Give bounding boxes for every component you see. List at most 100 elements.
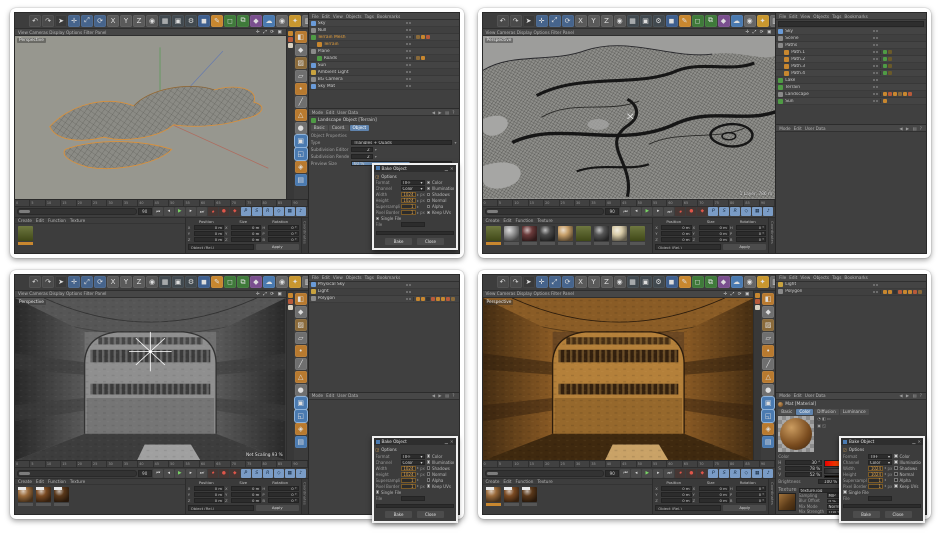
key-parameter-toggle[interactable]: ◇ bbox=[741, 207, 751, 216]
select-tool-icon[interactable]: ➤ bbox=[523, 276, 535, 288]
viewport-solo-icon[interactable]: ▣ bbox=[295, 397, 307, 409]
viewport-wireframe-closeup[interactable]: Perspective 1 Layer, 786 m bbox=[483, 36, 776, 199]
material-swatch[interactable] bbox=[558, 226, 573, 241]
timeline-slider[interactable] bbox=[485, 208, 605, 215]
hsv-slider-row[interactable]: S78 % bbox=[778, 466, 822, 472]
attribute-menu-item[interactable]: Edit bbox=[794, 393, 802, 398]
texture-thumbnail[interactable] bbox=[778, 493, 796, 511]
material-swatch[interactable] bbox=[486, 487, 501, 502]
material-swatch[interactable] bbox=[486, 226, 501, 241]
dialog-value-field[interactable]: 1 bbox=[868, 478, 883, 483]
dialog-dropdown[interactable]: TIFF▾ bbox=[868, 454, 892, 459]
coord-field[interactable]: 0 ° bbox=[736, 231, 766, 236]
workplane-icon[interactable]: ▱ bbox=[295, 70, 307, 82]
move-tool-icon[interactable]: ✛ bbox=[536, 276, 548, 288]
material-menu-item[interactable]: Function bbox=[48, 218, 66, 223]
material-swatch[interactable] bbox=[504, 226, 519, 241]
tag-icon[interactable] bbox=[436, 297, 440, 301]
sound-toggle[interactable]: ♪ bbox=[763, 207, 773, 216]
object-row[interactable]: Null bbox=[309, 27, 459, 34]
coord-field[interactable]: 0 m bbox=[194, 231, 224, 236]
coord-field[interactable]: 0 m bbox=[661, 498, 691, 503]
axis-z-lock-icon[interactable]: Z bbox=[133, 15, 145, 27]
tag-icon[interactable] bbox=[913, 290, 917, 294]
dialog-value-field[interactable]: 1 bbox=[401, 478, 416, 483]
dialog-button[interactable]: Close bbox=[885, 511, 912, 518]
attribute-menu-item[interactable]: User Data bbox=[337, 110, 358, 115]
render-picture-icon[interactable]: ▣ bbox=[640, 15, 652, 27]
axis-x-lock-icon[interactable]: X bbox=[107, 276, 119, 288]
render-view-icon[interactable]: ▦ bbox=[627, 276, 639, 288]
visibility-dots[interactable] bbox=[873, 79, 878, 81]
coord-system-icon[interactable]: ◉ bbox=[614, 276, 626, 288]
spline-pen-icon[interactable]: ✎ bbox=[211, 276, 223, 288]
coord-field[interactable]: 0 ° bbox=[268, 492, 298, 497]
redo-icon[interactable]: ↷ bbox=[510, 15, 522, 27]
key-pla-toggle[interactable]: ▦ bbox=[752, 207, 762, 216]
object-row[interactable]: Roads bbox=[309, 55, 459, 62]
end-frame-field[interactable]: 90 bbox=[138, 470, 152, 477]
coord-field[interactable]: 0 m bbox=[699, 237, 729, 242]
axis-strip-icon[interactable] bbox=[288, 299, 293, 304]
key-position-toggle[interactable]: P bbox=[708, 469, 718, 478]
spinner-icon[interactable]: ⬍ bbox=[417, 211, 420, 215]
environment-sky-icon[interactable]: ☁ bbox=[731, 15, 743, 27]
spinner-icon[interactable]: ⬍ bbox=[417, 193, 420, 197]
animation-palette-icon[interactable]: ● bbox=[295, 384, 307, 396]
next-frame-button[interactable]: ▸ bbox=[186, 207, 196, 216]
play-button[interactable]: ▶ bbox=[642, 207, 652, 216]
viewport-menu[interactable]: View Cameras Display Options Filter Pane… bbox=[483, 29, 776, 36]
camera-icon[interactable]: ◉ bbox=[744, 15, 756, 27]
material-menu-item[interactable]: Function bbox=[48, 479, 66, 484]
deformer-icon[interactable]: ◆ bbox=[250, 276, 262, 288]
object-row[interactable]: Polygon bbox=[309, 296, 459, 303]
dialog-dropdown[interactable]: TIFF▾ bbox=[401, 180, 425, 185]
dialog-minimize-button[interactable]: ▁ bbox=[445, 439, 448, 444]
coordinates-vertical-tab[interactable]: Coordinates bbox=[301, 218, 308, 253]
tag-icon[interactable] bbox=[888, 71, 892, 75]
dialog-titlebar[interactable]: Bake Object ▁✕ bbox=[374, 438, 456, 445]
dialog-close-button[interactable]: ✕ bbox=[450, 166, 454, 171]
object-manager-menu-item[interactable]: Bookmarks bbox=[377, 275, 400, 280]
coord-field[interactable]: 0 ° bbox=[268, 498, 298, 503]
spinner-icon[interactable]: ⬍ bbox=[884, 472, 887, 476]
goto-start-button[interactable]: ⏮ bbox=[153, 207, 163, 216]
camera-icon[interactable]: ◉ bbox=[276, 15, 288, 27]
coord-field[interactable]: 0 m bbox=[194, 225, 224, 230]
spinner-icon[interactable]: ⬍ bbox=[884, 478, 887, 482]
texture-mode-icon[interactable]: ▨ bbox=[295, 57, 307, 69]
goto-start-button[interactable]: ⏮ bbox=[620, 207, 630, 216]
cube-primitive-icon[interactable]: ◼ bbox=[666, 15, 678, 27]
interactive-render-region-icon[interactable]: ◱ bbox=[295, 410, 307, 422]
coord-field[interactable]: 0 m bbox=[231, 492, 261, 497]
tag-icon[interactable] bbox=[883, 71, 887, 75]
object-row[interactable]: Scene bbox=[776, 35, 926, 42]
autokey-button[interactable]: ● bbox=[219, 207, 229, 216]
workplane-icon[interactable]: ▱ bbox=[762, 332, 774, 344]
object-manager-menu-item[interactable]: Tags bbox=[365, 275, 374, 280]
axis-y-lock-icon[interactable]: Y bbox=[120, 276, 132, 288]
bake-option-checkbox[interactable]: Keep UVs bbox=[427, 483, 454, 489]
render-settings-icon[interactable]: ⚙ bbox=[185, 15, 197, 27]
object-row[interactable]: Path.1 bbox=[776, 49, 926, 56]
coord-system-icon[interactable]: ◉ bbox=[146, 15, 158, 27]
apply-button[interactable]: Apply bbox=[723, 244, 766, 250]
key-parameter-toggle[interactable]: ◇ bbox=[274, 207, 284, 216]
coordinates-vertical-tab[interactable]: Coordinates bbox=[768, 479, 775, 514]
material-swatch[interactable] bbox=[18, 487, 33, 502]
model-mode-icon[interactable]: ◆ bbox=[295, 44, 307, 56]
spinner-icon[interactable]: ⬍ bbox=[417, 478, 420, 482]
coord-field[interactable]: 0 m bbox=[231, 498, 261, 503]
workplane-lock-icon[interactable]: ▤ bbox=[295, 436, 307, 448]
dialog-value-field[interactable]: 1 bbox=[401, 204, 416, 209]
key-scale-toggle[interactable]: S bbox=[252, 469, 262, 478]
dialog-dropdown[interactable]: Color▾ bbox=[868, 460, 892, 465]
coord-system-icon[interactable]: ◉ bbox=[146, 276, 158, 288]
spline-pen-icon[interactable]: ✎ bbox=[211, 15, 223, 27]
timeline-ruler[interactable]: 051015202530354045505560657075808590 bbox=[483, 460, 776, 467]
material-swatch[interactable] bbox=[630, 226, 645, 241]
object-row[interactable]: Sky bbox=[776, 28, 926, 35]
file-path-field[interactable] bbox=[401, 222, 425, 227]
viewport-solo-icon[interactable]: ▣ bbox=[295, 135, 307, 147]
attribute-tab[interactable]: Basic bbox=[311, 125, 328, 131]
